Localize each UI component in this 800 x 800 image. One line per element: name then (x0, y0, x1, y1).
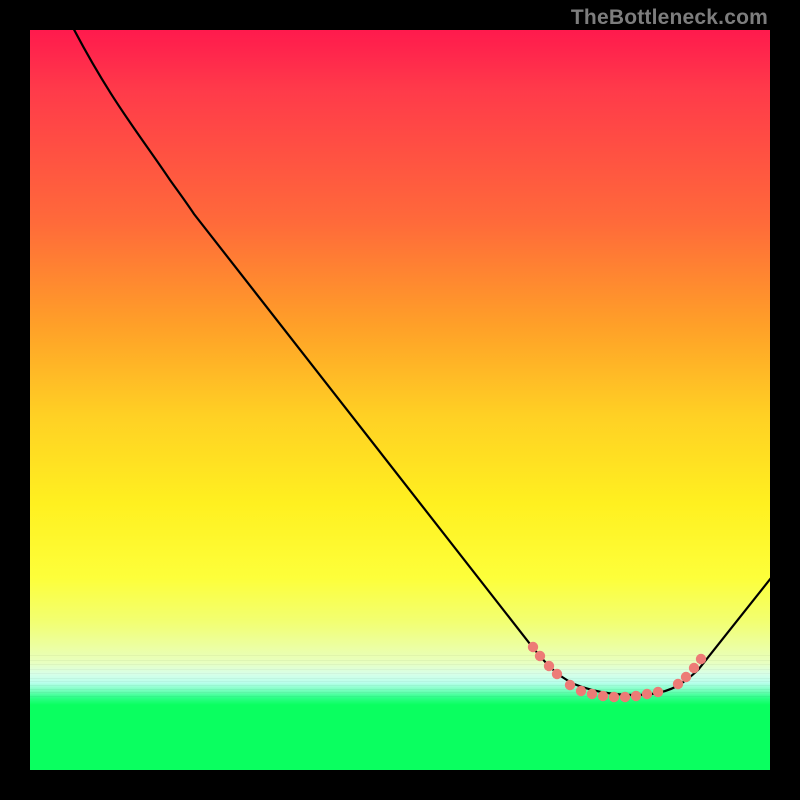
bottleneck-curve (68, 30, 770, 695)
watermark-text: TheBottleneck.com (571, 6, 768, 30)
chart-root: TheBottleneck.com (0, 0, 800, 800)
curve-layer (30, 30, 770, 770)
marker-dots (528, 642, 706, 702)
plot-area (30, 30, 770, 770)
